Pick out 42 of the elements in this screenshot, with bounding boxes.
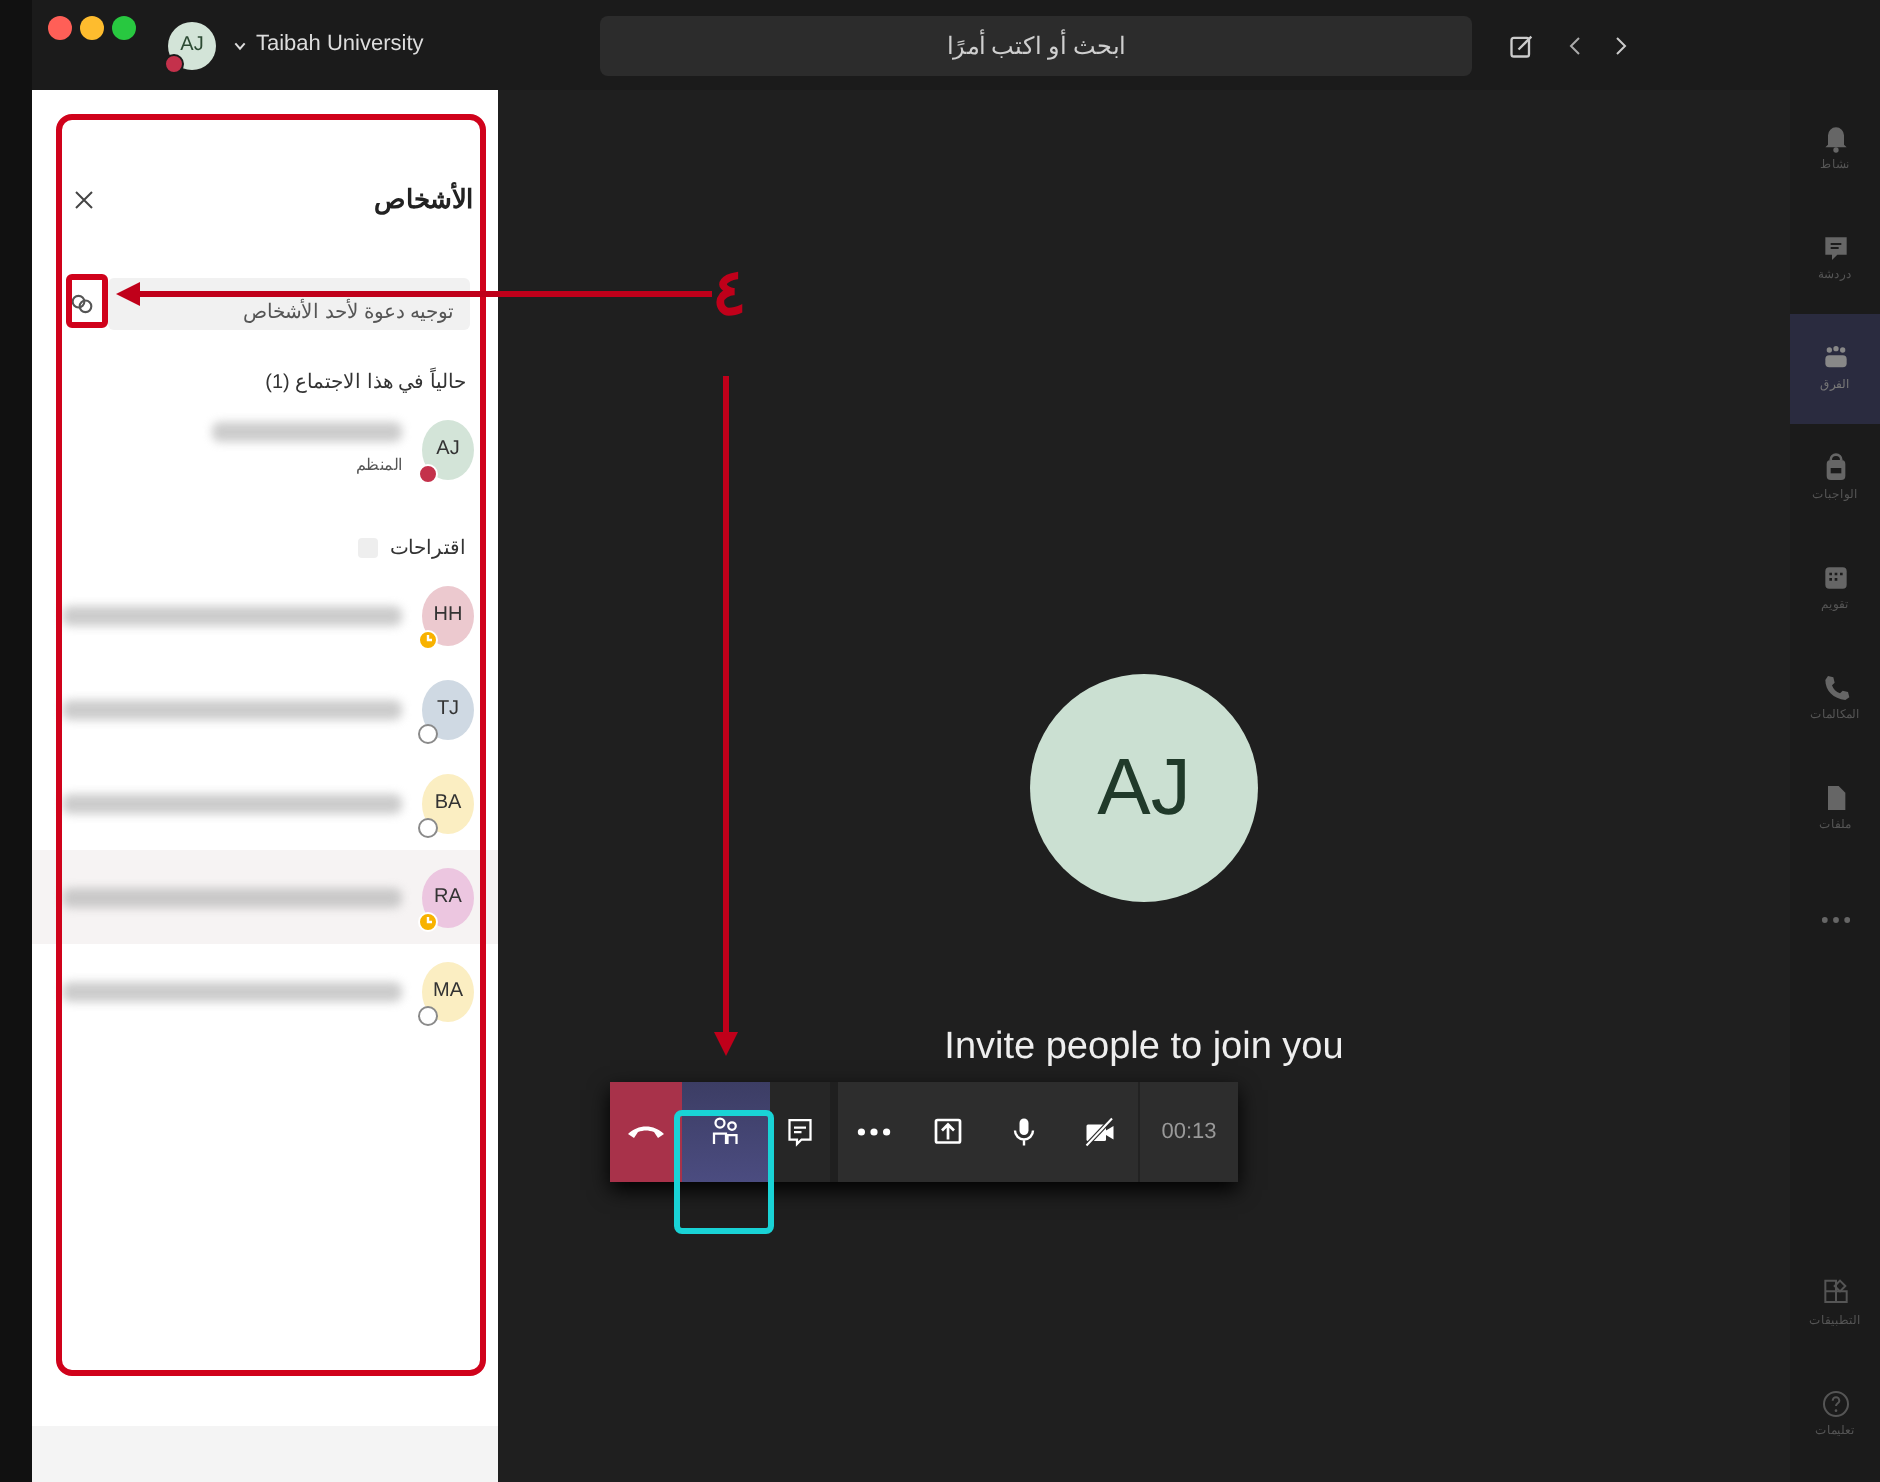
status-dot (164, 53, 184, 73)
window-control[interactable] (48, 16, 72, 40)
compose-icon[interactable] (1507, 31, 1536, 59)
person-avatar: TJ (422, 679, 474, 739)
role-label: المنظم (356, 453, 402, 477)
person-avatar: RA (422, 867, 474, 927)
profile-avatar[interactable]: AJ (168, 21, 216, 69)
section-heading: اقتراحات (390, 535, 466, 563)
chat-button[interactable] (770, 1082, 830, 1182)
link-icon[interactable] (68, 290, 96, 318)
hangup-button[interactable] (610, 1082, 682, 1182)
step-number: ٤ (712, 256, 746, 328)
more-icon (1819, 915, 1851, 923)
camera-off-icon (1082, 1114, 1118, 1150)
phone-icon (1819, 672, 1851, 704)
people-icon (708, 1114, 744, 1150)
invite-caption: Invite people to join you (944, 1026, 1344, 1070)
chat-icon (1819, 232, 1851, 264)
chat-icon (782, 1114, 818, 1150)
person-avatar: AJ (422, 419, 474, 479)
caret-icon (232, 37, 248, 53)
section-heading: حالياً في هذا الاجتماع (1) (265, 367, 466, 397)
close-icon[interactable] (72, 188, 96, 212)
window-control[interactable] (80, 16, 104, 40)
search-field[interactable]: ابحث أو اكتب أمرًا (599, 15, 1472, 75)
more-icon (856, 1126, 892, 1138)
calendar-icon (1819, 562, 1851, 594)
person-avatar: MA (422, 961, 474, 1021)
share-screen-icon (930, 1114, 966, 1150)
person-row-highlight[interactable]: RA (32, 850, 498, 944)
people-button[interactable] (682, 1082, 770, 1182)
participant-avatar: AJ (1030, 674, 1258, 902)
highlight-frame (674, 1110, 774, 1234)
panel-title: الأشخاص (374, 180, 474, 219)
organization-switcher[interactable]: Taibah University (232, 28, 424, 62)
person-avatar: BA (422, 773, 474, 833)
person-avatar: HH (422, 585, 474, 645)
window-control[interactable] (112, 16, 136, 40)
help-icon (1819, 1388, 1851, 1420)
call-timer: 00:13 (1138, 1082, 1238, 1182)
hangup-icon (628, 1124, 664, 1140)
camera-off-button[interactable] (1062, 1082, 1138, 1182)
